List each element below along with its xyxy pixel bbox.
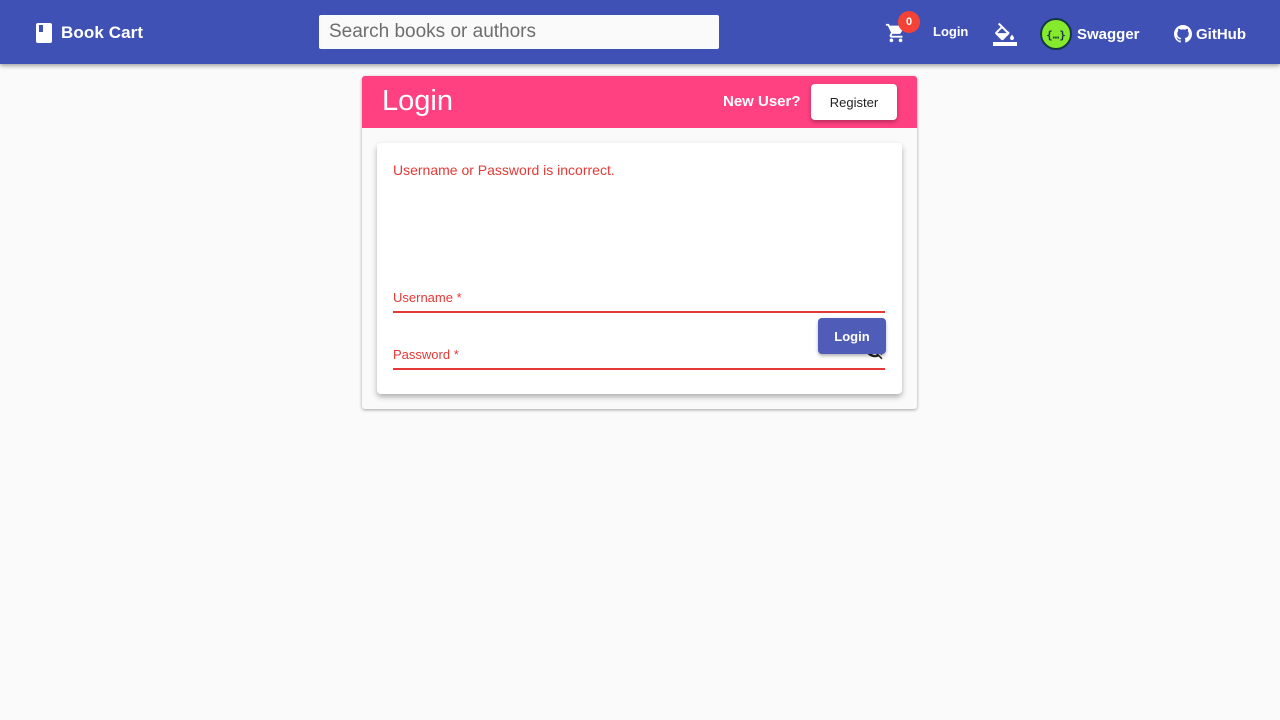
github-label: GitHub [1196, 25, 1246, 43]
login-link[interactable]: Login [933, 24, 968, 39]
login-submit-button[interactable]: Login [818, 318, 886, 354]
username-field-wrapper: Username * [393, 277, 889, 313]
svg-text:{…}: {…} [1046, 29, 1066, 42]
login-card-header: Login New User? Register [362, 76, 917, 128]
password-field[interactable] [393, 334, 889, 370]
new-user-text: New User? [723, 93, 801, 110]
search-box [319, 15, 719, 49]
brand-label: Book Cart [61, 23, 144, 42]
book-icon [36, 23, 52, 43]
top-toolbar: Book Cart 0 Login {…} Swagger GitHub [0, 0, 1280, 64]
format-color-fill-icon[interactable] [991, 20, 1019, 46]
username-field[interactable] [393, 277, 889, 313]
swagger-link[interactable]: {…} Swagger [1040, 18, 1140, 50]
swagger-icon: {…} [1040, 18, 1072, 50]
brand-link[interactable]: Book Cart [36, 21, 143, 45]
page-title: Login [382, 85, 453, 117]
register-button[interactable]: Register [811, 84, 897, 120]
github-icon [1174, 25, 1192, 43]
swagger-label: Swagger [1077, 25, 1140, 43]
search-input[interactable] [319, 15, 719, 49]
cart-count-badge: 0 [898, 11, 920, 33]
login-card: Login New User? Register Username or Pas… [362, 76, 917, 409]
password-field-wrapper: Password * [393, 334, 889, 370]
error-message: Username or Password is incorrect. [393, 162, 615, 178]
github-link[interactable]: GitHub [1174, 24, 1246, 44]
login-form: Username or Password is incorrect. Usern… [377, 143, 902, 394]
